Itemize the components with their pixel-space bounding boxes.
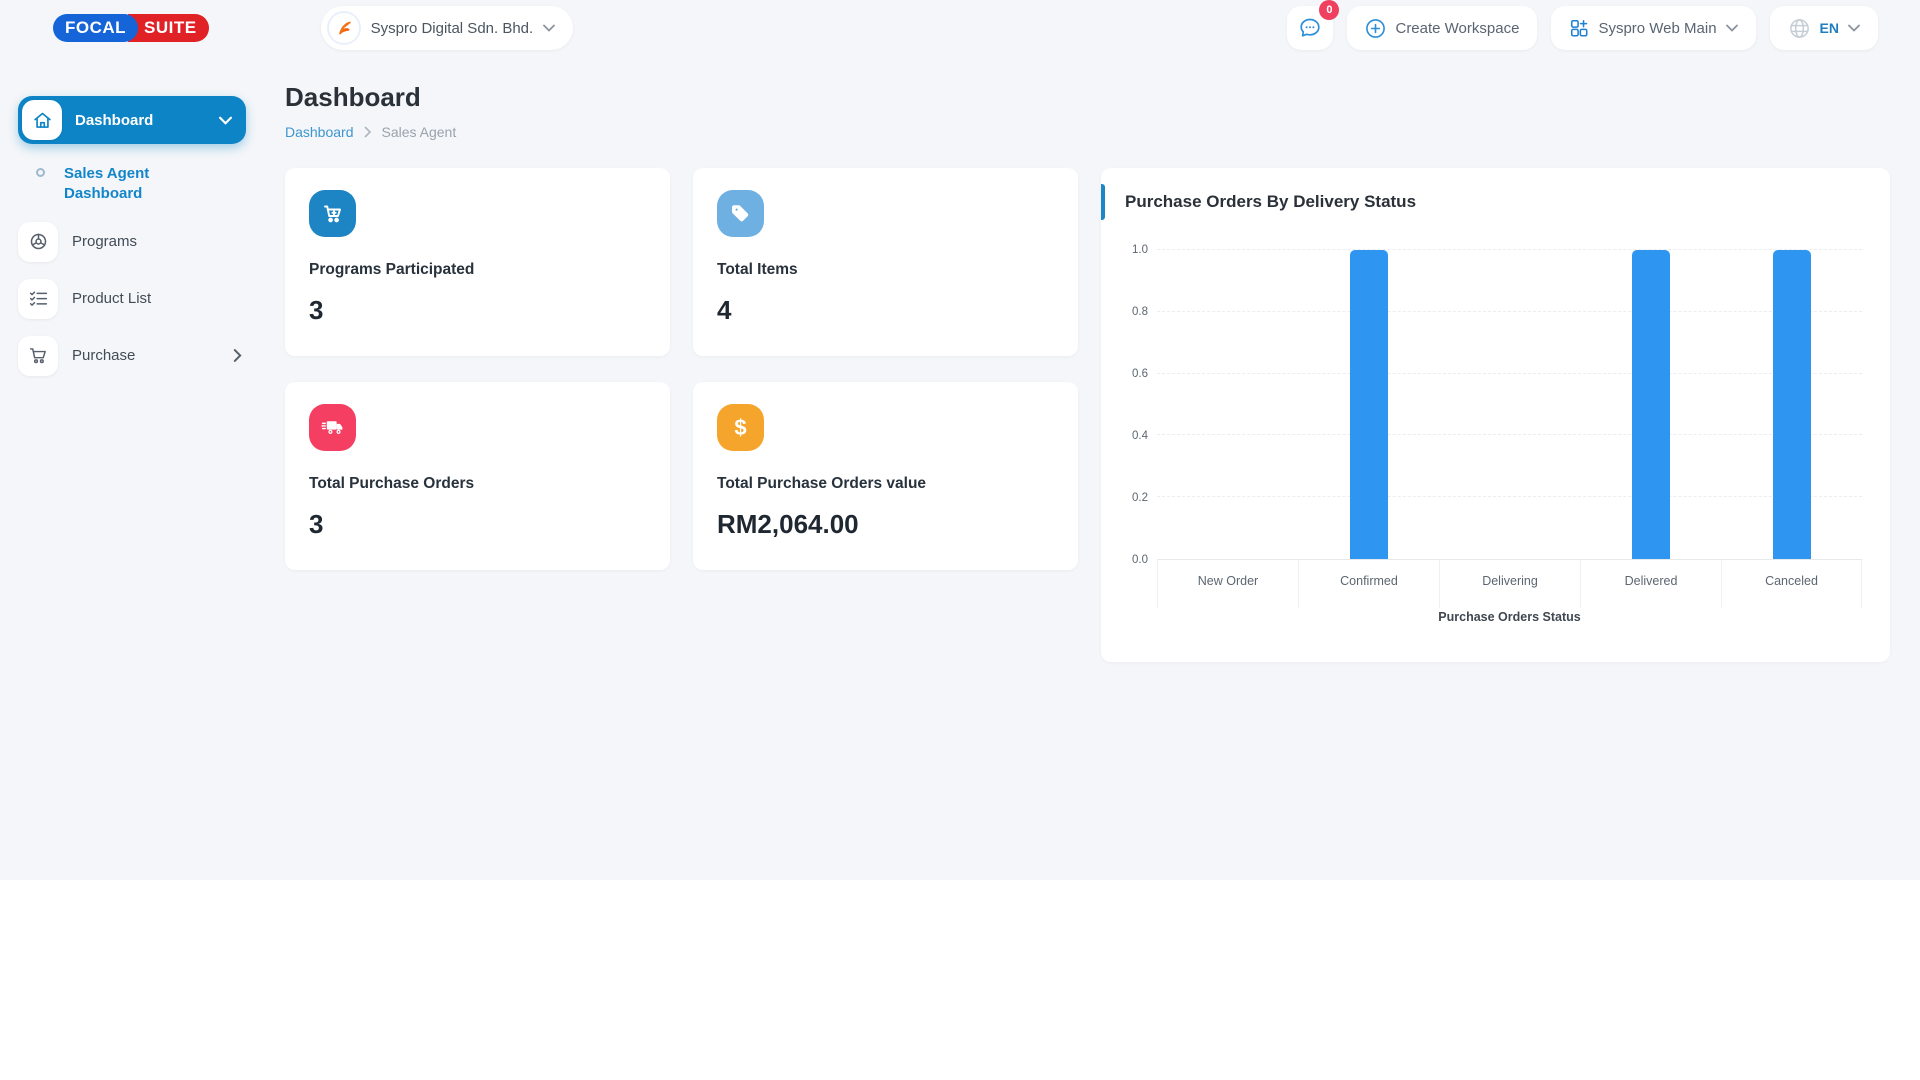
chevron-down-icon [1726, 24, 1738, 32]
sidebar-item-label: Dashboard [75, 112, 153, 129]
y-tick-label: 0.8 [1132, 306, 1148, 318]
x-tick-label: New Order [1157, 560, 1298, 608]
sidebar-item-purchase[interactable]: Purchase [18, 336, 246, 376]
sidebar-item-product-list[interactable]: Product List [18, 279, 246, 319]
dollar-icon: $ [717, 404, 764, 451]
chevron-down-icon [543, 24, 555, 32]
stat-value: 4 [717, 295, 1054, 326]
chart-x-axis: New OrderConfirmedDeliveringDeliveredCan… [1157, 560, 1862, 608]
breadcrumb-dashboard-link[interactable]: Dashboard [285, 124, 354, 140]
bar-column [1439, 250, 1580, 559]
bullet-circle-icon [36, 168, 45, 177]
stat-value: RM2,064.00 [717, 509, 1054, 540]
steering-wheel-icon [18, 222, 58, 262]
y-tick-label: 0.6 [1132, 368, 1148, 380]
company-logo-icon [327, 11, 361, 45]
app-root: FOCAL SUITE Syspro Digital Sdn. Bhd. [0, 0, 1920, 880]
checklist-icon [18, 279, 58, 319]
card-programs-participated: Programs Participated 3 [285, 168, 670, 356]
sidebar-item-label: Purchase [72, 347, 135, 364]
focal-suite-logo: FOCAL SUITE [53, 14, 209, 42]
chevron-right-icon [233, 349, 242, 362]
stat-value: 3 [309, 295, 646, 326]
cart-icon [18, 336, 58, 376]
stat-label: Total Purchase Orders [309, 475, 646, 493]
card-total-purchase-orders-value: $ Total Purchase Orders value RM2,064.00 [693, 382, 1078, 570]
sidebar-item-sales-agent-dashboard[interactable]: Sales Agent Dashboard [18, 164, 246, 205]
bar-column [1580, 250, 1721, 559]
plus-circle-icon [1365, 18, 1386, 39]
bar-delivered [1632, 250, 1670, 559]
globe-icon [1788, 17, 1811, 40]
topbar: FOCAL SUITE Syspro Digital Sdn. Bhd. [0, 0, 1920, 56]
chart-accent-bar [1101, 184, 1105, 220]
sidebar-item-programs[interactable]: Programs [18, 222, 246, 262]
bar-chart: 0.00.20.40.60.81.0 [1111, 250, 1862, 560]
stat-cards: Programs Participated 3 Total Items 4 [285, 168, 1078, 570]
chat-button[interactable]: 0 [1287, 6, 1333, 50]
logo-focal: FOCAL [53, 14, 138, 42]
chart-title: Purchase Orders By Delivery Status [1101, 168, 1890, 212]
bar-canceled [1773, 250, 1811, 559]
chevron-right-icon [364, 126, 372, 138]
chart-x-axis-title: Purchase Orders Status [1157, 610, 1862, 624]
y-tick-label: 0.4 [1132, 430, 1148, 442]
bar-confirmed [1350, 250, 1388, 559]
workspace-selector[interactable]: Syspro Web Main [1551, 6, 1755, 50]
sidebar-item-label: Product List [72, 290, 151, 307]
y-tick-label: 0.2 [1132, 492, 1148, 504]
content-row: Programs Participated 3 Total Items 4 [285, 168, 1890, 662]
x-tick-label: Canceled [1721, 560, 1862, 608]
chevron-down-icon [219, 116, 232, 125]
create-workspace-button[interactable]: Create Workspace [1347, 6, 1537, 50]
bar-column [1298, 250, 1439, 559]
topbar-actions: 0 Create Workspace Syspro Web [1287, 6, 1878, 50]
cart-plus-icon [309, 190, 356, 237]
page-title: Dashboard [285, 82, 1890, 113]
chart-plot [1157, 250, 1862, 560]
sidebar-item-label: Programs [72, 233, 137, 250]
stat-value: 3 [309, 509, 646, 540]
workspace-grid-icon [1569, 18, 1589, 38]
y-tick-label: 1.0 [1132, 244, 1148, 256]
home-icon [22, 100, 62, 140]
language-code: EN [1820, 20, 1839, 36]
breadcrumb-current: Sales Agent [382, 124, 457, 140]
truck-icon [309, 404, 356, 451]
stat-label: Total Items [717, 261, 1054, 279]
card-total-items: Total Items 4 [693, 168, 1078, 356]
sidebar: Dashboard Sales Agent Dashboard Programs [0, 56, 264, 376]
company-selector[interactable]: Syspro Digital Sdn. Bhd. [321, 6, 574, 50]
x-tick-label: Delivering [1439, 560, 1580, 608]
stat-label: Programs Participated [309, 261, 646, 279]
company-name: Syspro Digital Sdn. Bhd. [371, 20, 534, 37]
chat-badge: 0 [1319, 0, 1339, 20]
chat-icon [1298, 16, 1322, 40]
workspace-name: Syspro Web Main [1598, 20, 1716, 37]
stat-label: Total Purchase Orders value [717, 475, 1054, 493]
sidebar-subitem-label: Sales Agent Dashboard [64, 164, 214, 205]
create-workspace-label: Create Workspace [1395, 20, 1519, 37]
x-tick-label: Confirmed [1298, 560, 1439, 608]
main-content: Dashboard Dashboard Sales Agent Programs… [264, 56, 1920, 662]
sidebar-item-dashboard[interactable]: Dashboard [18, 96, 246, 144]
bar-column [1721, 250, 1862, 559]
logo-suite: SUITE [128, 14, 209, 42]
y-tick-label: 0.0 [1132, 554, 1148, 566]
chevron-down-icon [1848, 24, 1860, 32]
x-tick-label: Delivered [1580, 560, 1721, 608]
tag-icon [717, 190, 764, 237]
bar-column [1157, 250, 1298, 559]
chart-y-axis: 0.00.20.40.60.81.0 [1111, 250, 1157, 560]
card-total-purchase-orders: Total Purchase Orders 3 [285, 382, 670, 570]
chart-card: Purchase Orders By Delivery Status 0.0 0.… [1101, 168, 1890, 662]
language-selector[interactable]: EN [1770, 6, 1878, 50]
breadcrumb: Dashboard Sales Agent [285, 124, 1890, 140]
